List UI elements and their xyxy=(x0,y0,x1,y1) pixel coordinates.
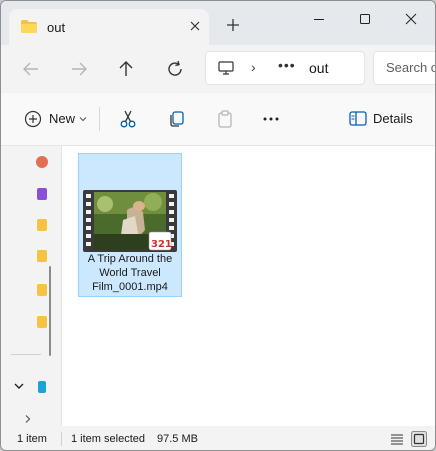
maximize-icon[interactable] xyxy=(342,7,388,33)
folder-icon[interactable] xyxy=(37,316,47,328)
address-row: › ••• out Search out xyxy=(1,45,435,91)
title-bar: out xyxy=(1,1,435,45)
chevron-down-icon[interactable] xyxy=(13,381,25,391)
file-explorer-window: out › ••• out Search New Details 321 A T… xyxy=(0,0,436,451)
file-name: A Trip Around the World Travel Film_0001… xyxy=(87,253,173,293)
chevron-right-icon[interactable]: › xyxy=(251,59,256,75)
details-view-icon[interactable] xyxy=(389,431,405,447)
details-button-label: Details xyxy=(373,111,413,126)
media-badge: 321 xyxy=(151,239,172,250)
folder-icon[interactable] xyxy=(37,219,47,231)
video-thumbnail: 321 xyxy=(83,190,177,252)
cut-icon[interactable] xyxy=(118,109,138,129)
nav-scrollbar[interactable] xyxy=(49,266,51,356)
divider xyxy=(99,107,100,131)
file-list: 321 A Trip Around the World Travel Film_… xyxy=(62,146,435,426)
folder-icon xyxy=(21,20,37,33)
forward-arrow-icon[interactable] xyxy=(67,57,91,81)
file-item[interactable]: 321 A Trip Around the World Travel Film_… xyxy=(78,153,182,297)
breadcrumb-current[interactable]: out xyxy=(309,60,328,76)
window-close-icon[interactable] xyxy=(388,7,434,33)
tab-out[interactable]: out xyxy=(9,9,209,45)
nav-item-icon[interactable] xyxy=(38,381,46,393)
folder-icon[interactable] xyxy=(37,250,47,262)
status-bar: 1 item 1 item selected 97.5 MB xyxy=(1,427,435,450)
details-pane-icon xyxy=(349,111,367,126)
back-arrow-icon[interactable] xyxy=(19,57,43,81)
thumbnail-view-icon[interactable] xyxy=(411,431,427,447)
item-count: 1 item xyxy=(17,433,47,445)
tab-title: out xyxy=(47,20,66,35)
chevron-down-icon xyxy=(79,117,87,122)
selected-size: 97.5 MB xyxy=(157,433,198,445)
new-button-label: New xyxy=(49,111,76,126)
selected-count: 1 item selected xyxy=(71,433,145,445)
up-arrow-icon[interactable] xyxy=(114,57,138,81)
folder-icon[interactable] xyxy=(37,284,47,296)
navigation-pane xyxy=(1,146,62,426)
command-bar: New Details xyxy=(1,93,435,146)
computer-icon xyxy=(218,61,234,75)
more-icon[interactable] xyxy=(261,109,281,129)
nav-item-icon[interactable] xyxy=(36,156,48,168)
divider xyxy=(11,354,41,355)
chevron-right-icon[interactable] xyxy=(23,414,33,424)
address-bar[interactable]: › ••• out xyxy=(205,51,365,85)
copy-icon[interactable] xyxy=(167,109,187,129)
divider xyxy=(61,432,62,446)
breadcrumb-overflow[interactable]: ••• xyxy=(278,57,296,73)
minimize-icon[interactable] xyxy=(296,7,342,33)
search-placeholder: Search out xyxy=(386,60,435,75)
plus-icon[interactable] xyxy=(223,15,243,35)
nav-item-icon[interactable] xyxy=(37,188,47,200)
new-plus-icon xyxy=(24,110,42,128)
close-icon[interactable] xyxy=(187,18,203,34)
search-input[interactable]: Search out xyxy=(373,51,435,85)
paste-icon[interactable] xyxy=(215,109,235,129)
refresh-icon[interactable] xyxy=(163,57,187,81)
